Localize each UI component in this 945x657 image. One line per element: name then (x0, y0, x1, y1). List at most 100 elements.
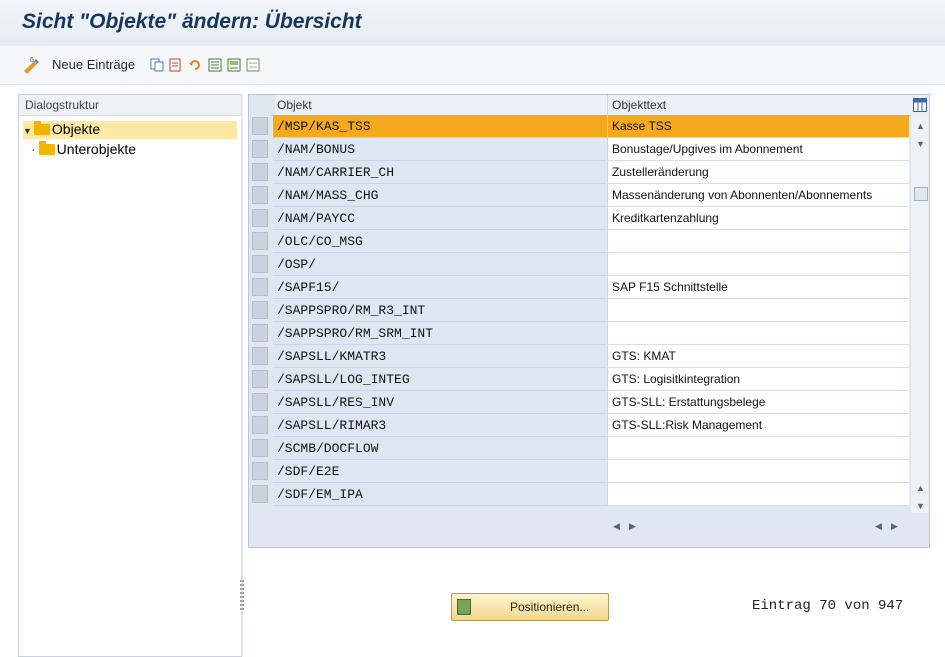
cell-objekttext[interactable]: SAP F15 Schnittstelle (607, 276, 909, 299)
table-row[interactable]: /SAPPSPRO/RM_R3_INT (249, 299, 909, 322)
page-down-icon[interactable]: ▼ (916, 139, 925, 149)
cell-objekttext[interactable] (607, 460, 909, 483)
cell-objekttext[interactable] (607, 437, 909, 460)
delete-icon[interactable] (169, 58, 183, 72)
dialog-structure-header: Dialogstruktur (19, 95, 241, 116)
undo-change-icon[interactable] (188, 58, 202, 72)
cell-objekttext[interactable]: GTS: KMAT (607, 345, 909, 368)
table-row[interactable]: /NAM/BONUS Bonustage/Upgives im Abonnemen… (249, 138, 909, 161)
row-selector[interactable] (252, 186, 268, 204)
table-row[interactable]: /SAPF15/SAP F15 Schnittstelle (249, 276, 909, 299)
cell-objekt[interactable]: /OSP/ (273, 253, 607, 276)
row-selector[interactable] (252, 209, 268, 227)
column-header-objekttext[interactable]: Objekttext (607, 95, 910, 115)
cell-objekttext[interactable]: Kreditkartenzahlung (607, 207, 909, 230)
cell-objekttext[interactable]: Massenänderung von Abonnenten/Abonnement… (607, 184, 909, 207)
cell-objekt[interactable]: /SAPPSPRO/RM_SRM_INT (273, 322, 607, 345)
table-row[interactable]: /OSP/ (249, 253, 909, 276)
page-up-icon[interactable]: ▲ (916, 483, 925, 493)
cell-objekt[interactable]: /SAPPSPRO/RM_R3_INT (273, 299, 607, 322)
tree-node-objekte[interactable]: ▼ Objekte (23, 121, 237, 139)
select-all-icon[interactable] (208, 58, 222, 72)
scroll-up-icon[interactable]: ▲ (916, 121, 925, 131)
cell-objekt[interactable]: /SCMB/DOCFLOW (273, 437, 607, 460)
table-row[interactable]: /SAPSLL/LOG_INTEG GTS: Logisitkintegratio… (249, 368, 909, 391)
scroll-right-icon[interactable]: ▶ (629, 521, 636, 532)
cell-objekttext[interactable]: GTS: Logisitkintegration (607, 368, 909, 391)
expand-arrow-icon[interactable]: ▼ (23, 126, 32, 136)
scroll-left-icon[interactable]: ◀ (875, 521, 882, 532)
table-row[interactable]: /SCMB/DOCFLOW (249, 437, 909, 460)
table-row[interactable]: /NAM/PAYCC Kreditkartenzahlung (249, 207, 909, 230)
cell-objekt[interactable]: /NAM/PAYCC (273, 207, 607, 230)
cell-objekttext[interactable]: GTS-SLL: Erstattungsbelege (607, 391, 909, 414)
table-row[interactable]: /SDF/E2E (249, 460, 909, 483)
row-selector[interactable] (252, 117, 268, 135)
vertical-scrollbar[interactable]: ▲ ▼ ▲ ▼ (911, 115, 929, 513)
scroll-thumb[interactable] (914, 187, 928, 201)
row-selector[interactable] (252, 301, 268, 319)
select-block-icon[interactable] (227, 58, 241, 72)
row-selector[interactable] (252, 255, 268, 273)
cell-objekt[interactable]: /NAM/MASS_CHG (273, 184, 607, 207)
table-row[interactable]: /SAPPSPRO/RM_SRM_INT (249, 322, 909, 345)
row-selector[interactable] (252, 324, 268, 342)
cell-objekt[interactable]: /MSP/KAS_TSS (273, 115, 607, 138)
cell-objekttext[interactable]: Zustelleränderung (607, 161, 909, 184)
cell-objekttext[interactable]: GTS-SLL:Risk Management (607, 414, 909, 437)
table-row[interactable]: /SAPSLL/RES_INV GTS-SLL: Erstattungsbeleg… (249, 391, 909, 414)
cell-objekttext[interactable] (607, 483, 909, 506)
table-row[interactable]: /SDF/EM_IPA (249, 483, 909, 506)
table-row[interactable]: /NAM/CARRIER_CH Zustelleränderung (249, 161, 909, 184)
application-toolbar: 6 Neue Einträge (0, 46, 945, 85)
table-row[interactable]: /OLC/CO_MSG (249, 230, 909, 253)
table-row[interactable]: /MSP/KAS_TSS Kasse TSS (249, 115, 909, 138)
row-selector[interactable] (252, 347, 268, 365)
cell-objekt[interactable]: /SAPSLL/RES_INV (273, 391, 607, 414)
cell-objekt[interactable]: /SAPSLL/RIMAR3 (273, 414, 607, 437)
cell-objekttext[interactable] (607, 322, 909, 345)
row-selector[interactable] (252, 439, 268, 457)
table-header: Objekt Objekttext (249, 95, 929, 116)
cell-objekttext[interactable] (607, 299, 909, 322)
row-selector[interactable] (252, 462, 268, 480)
table-row[interactable]: /SAPSLL/RIMAR3 GTS-SLL:Risk Management (249, 414, 909, 437)
scroll-down-icon[interactable]: ▼ (916, 501, 925, 511)
row-selector[interactable] (252, 370, 268, 388)
scroll-right-icon[interactable]: ▶ (891, 521, 898, 532)
cell-objekt[interactable]: /SDF/EM_IPA (273, 483, 607, 506)
cell-objekt[interactable]: /SDF/E2E (273, 460, 607, 483)
row-selector[interactable] (252, 278, 268, 296)
copy-as-icon[interactable] (150, 58, 164, 72)
cell-objekt[interactable]: /SAPF15/ (273, 276, 607, 299)
tree-node-unterobjekte[interactable]: · Unterobjekte (31, 141, 136, 159)
row-selector[interactable] (252, 393, 268, 411)
column-header-objekt[interactable]: Objekt (273, 95, 607, 115)
position-button[interactable]: Positionieren... (451, 593, 609, 621)
cell-objekttext[interactable] (607, 230, 909, 253)
row-selector[interactable] (252, 485, 268, 503)
table-settings-icon[interactable] (913, 98, 927, 112)
dialog-structure-panel: Dialogstruktur ▼ Objekte · Unterobjekte (18, 94, 242, 657)
cell-objekt[interactable]: /SAPSLL/KMATR3 (273, 345, 607, 368)
cell-objekt[interactable]: /NAM/CARRIER_CH (273, 161, 607, 184)
row-selector[interactable] (252, 416, 268, 434)
panel-splitter[interactable] (241, 94, 243, 655)
scroll-left-icon[interactable]: ◀ (613, 521, 620, 532)
cell-objekttext[interactable] (607, 253, 909, 276)
row-selector[interactable] (252, 163, 268, 181)
cell-objekttext[interactable]: Kasse TSS (607, 115, 909, 138)
cell-objekt[interactable]: /OLC/CO_MSG (273, 230, 607, 253)
table-row[interactable]: /NAM/MASS_CHG Massenänderung von Abonnent… (249, 184, 909, 207)
splitter-grip[interactable] (240, 580, 244, 610)
cell-objekttext[interactable]: Bonustage/Upgives im Abonnement (607, 138, 909, 161)
display-change-icon[interactable]: 6 (22, 56, 42, 74)
table-row[interactable]: /SAPSLL/KMATR3 GTS: KMAT (249, 345, 909, 368)
row-selector[interactable] (252, 140, 268, 158)
row-selector[interactable] (252, 232, 268, 250)
new-entries-button[interactable]: Neue Einträge (52, 57, 135, 72)
cell-objekt[interactable]: /NAM/BONUS (273, 138, 607, 161)
deselect-all-icon[interactable] (246, 58, 260, 72)
cell-objekt[interactable]: /SAPSLL/LOG_INTEG (273, 368, 607, 391)
select-all-rows-cell[interactable] (249, 95, 275, 115)
